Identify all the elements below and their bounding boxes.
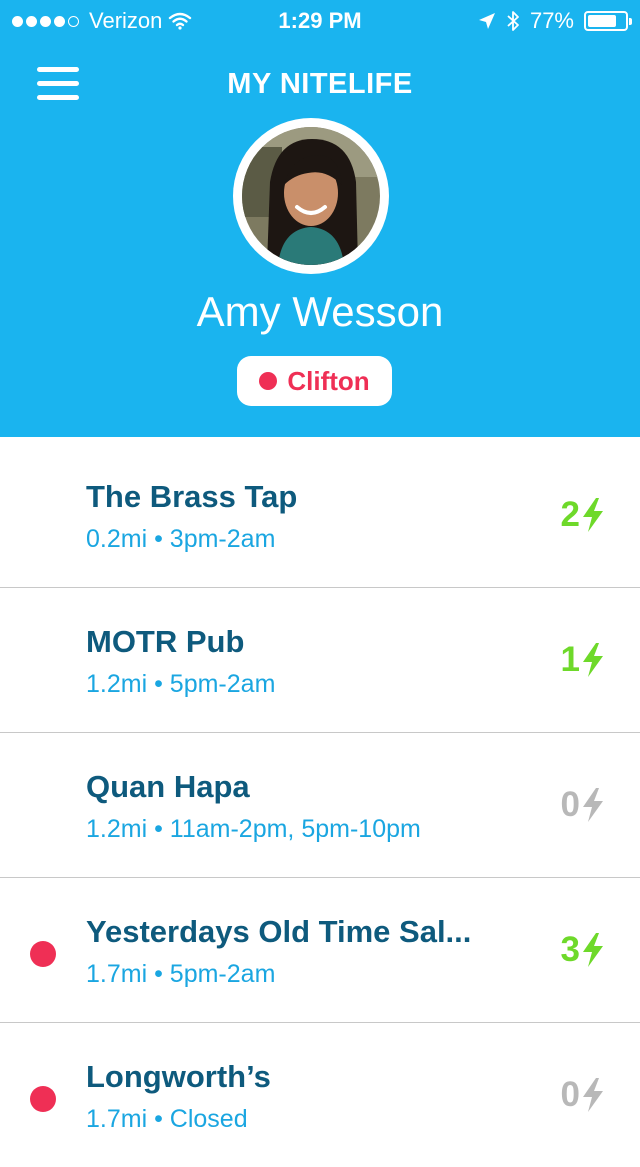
venue-row[interactable]: Yesterdays Old Time Sal... 1.7mi • 5pm-2a… <box>0 878 640 1023</box>
venue-score: 0 <box>561 1075 604 1115</box>
venue-distance: 1.7mi <box>86 1105 148 1133</box>
venue-info: 1.7mi • 5pm-2am <box>86 960 275 989</box>
location-label: Clifton <box>287 365 370 396</box>
venue-name: Quan Hapa <box>86 769 250 804</box>
venue-hours: 5pm-2am <box>169 670 276 698</box>
location-badge[interactable]: Clifton <box>237 356 392 406</box>
score-value: 2 <box>560 495 580 534</box>
separator-dot: • <box>147 525 170 553</box>
separator-dot: • <box>147 670 170 698</box>
status-right: 77% <box>478 8 632 34</box>
location-dot-icon <box>259 372 278 390</box>
venue-row[interactable]: The Brass Tap 0.2mi • 3pm-2am 2 <box>0 443 640 588</box>
venue-distance: 1.2mi <box>86 815 148 843</box>
venue-distance: 1.7mi <box>86 960 148 988</box>
score-value: 3 <box>560 930 580 969</box>
lightning-bolt-icon <box>583 933 603 967</box>
lightning-bolt-icon <box>583 1078 603 1112</box>
location-arrow-icon <box>478 13 495 29</box>
venue-info: 0.2mi • 3pm-2am <box>86 525 275 554</box>
venue-hours: Closed <box>169 1105 248 1133</box>
lightning-bolt-icon <box>583 498 603 532</box>
score-value: 0 <box>560 1075 580 1114</box>
profile-header: Verizon 1:29 PM 77% MY NITELIFE Amy Wess… <box>0 0 640 437</box>
venue-row[interactable]: MOTR Pub 1.2mi • 5pm-2am 1 <box>0 588 640 733</box>
venue-info: 1.2mi • 5pm-2am <box>86 670 275 699</box>
page-title: MY NITELIFE <box>227 68 413 100</box>
venue-score: 0 <box>561 785 604 825</box>
lightning-bolt-icon <box>583 788 603 822</box>
venue-hours: 11am-2pm, 5pm-10pm <box>169 815 421 843</box>
lightning-bolt-icon <box>583 643 603 677</box>
venue-name: Longworth’s <box>86 1059 271 1094</box>
status-bar: Verizon 1:29 PM 77% <box>0 0 640 40</box>
separator-dot: • <box>147 1105 170 1133</box>
battery-percent: 77% <box>529 8 574 33</box>
venue-row[interactable]: Longworth’s 1.7mi • Closed 0 <box>0 1023 640 1167</box>
separator-dot: • <box>147 815 170 843</box>
venue-hours: 5pm-2am <box>169 960 276 988</box>
score-value: 0 <box>560 785 580 824</box>
venue-name: The Brass Tap <box>86 479 298 514</box>
venue-info: 1.2mi • 11am-2pm, 5pm-10pm <box>86 815 421 844</box>
score-value: 1 <box>560 640 580 679</box>
checked-in-dot-icon <box>30 1086 56 1113</box>
user-name: Amy Wesson <box>196 288 444 335</box>
venue-score: 2 <box>561 495 604 535</box>
bluetooth-icon <box>507 11 519 31</box>
venue-name: MOTR Pub <box>86 624 245 659</box>
venue-row[interactable]: Quan Hapa 1.2mi • 11am-2pm, 5pm-10pm 0 <box>0 733 640 878</box>
avatar[interactable] <box>233 118 389 274</box>
venue-score: 3 <box>561 930 604 970</box>
avatar-photo <box>242 127 380 265</box>
venue-info: 1.7mi • Closed <box>86 1105 248 1134</box>
venue-distance: 0.2mi <box>86 525 148 553</box>
venue-name: Yesterdays Old Time Sal... <box>86 914 472 949</box>
battery-fill <box>588 15 616 27</box>
separator-dot: • <box>147 960 170 988</box>
venue-score: 1 <box>561 640 604 680</box>
checked-in-dot-icon <box>30 941 56 968</box>
venue-list: The Brass Tap 0.2mi • 3pm-2am 2 MOTR Pub 1.2… <box>0 443 640 1167</box>
venue-distance: 1.2mi <box>86 670 148 698</box>
venue-hours: 3pm-2am <box>169 525 276 553</box>
battery-icon <box>584 11 632 31</box>
